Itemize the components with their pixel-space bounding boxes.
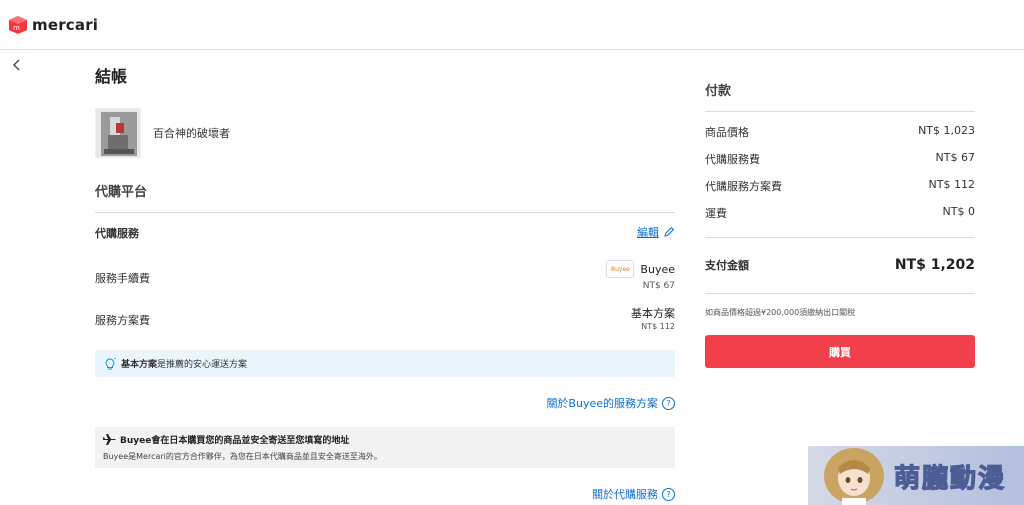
mercari-logo-icon: m (9, 16, 27, 34)
buyee-logo: Buyee (606, 260, 635, 278)
question-circle-icon: ? (662, 487, 675, 501)
edit-label: 編輯 (637, 226, 659, 239)
mercari-logo[interactable]: m mercari (8, 15, 98, 35)
service-fee-label: 服務手續費 (95, 272, 150, 285)
payment-row-plan-fee: 代購服務方案費 NT$ 112 (705, 178, 975, 194)
pencil-icon (664, 226, 675, 237)
total-label: 支付金額 (705, 259, 749, 272)
payment-total-row: 支付金額 NT$ 1,202 (705, 257, 975, 273)
watermark-banner: 萌朧動漫 (808, 446, 1024, 505)
notice-text: Buyee是Mercari的官方合作夥伴，為您在日本代購商品並且安全寄送至海外。 (103, 452, 382, 461)
service-fee-value: NT$ 67 (642, 281, 675, 291)
proxy-link-label: 關於代購服務 (592, 488, 658, 501)
proxy-section-title: 代購平台 (95, 185, 148, 200)
proxy-service-label: 代購服務 (95, 227, 139, 240)
provider-info: Buyee Buyee (606, 260, 675, 278)
proxy-info-link[interactable]: 關於代購服務 ? (592, 486, 675, 502)
tip-text: 是推薦的安心運送方案 (157, 360, 248, 370)
header-bar: m mercari (0, 0, 1024, 50)
tip-bold-text: 基本方案 (121, 360, 158, 370)
payment-row-shipping: 運費 NT$ 0 (705, 205, 975, 221)
edit-link[interactable]: 編輯 (637, 224, 675, 240)
item-price-label: 商品價格 (705, 126, 749, 139)
brand-name: mercari (32, 16, 99, 34)
section-divider (95, 212, 675, 213)
payment-divider (705, 111, 975, 112)
export-tax-note: 如商品價格超過¥200,000須繳納出口關稅 (705, 308, 856, 317)
product-name: 百合神的破壞者 (153, 127, 230, 140)
payment-divider (705, 237, 975, 238)
shipping-value: NT$ 0 (942, 205, 975, 218)
product-summary: 百合神的破壞者 (95, 108, 230, 158)
plan-fee-label: 服務方案費 (95, 314, 150, 327)
product-thumbnail (95, 108, 141, 158)
plan-tip-banner: 基本方案 是推薦的安心運送方案 (95, 350, 675, 377)
buy-button[interactable]: 購買 (705, 335, 975, 368)
service-fee-row-value: NT$ 67 (935, 151, 975, 164)
figure-image-icon (96, 109, 140, 157)
anime-girl-icon (824, 448, 884, 505)
payment-row-item-price: 商品價格 NT$ 1,023 (705, 124, 975, 140)
plan-fee-row-value: NT$ 112 (928, 178, 975, 191)
payment-divider (705, 293, 975, 294)
total-value: NT$ 1,202 (894, 257, 975, 273)
plan-info-link[interactable]: 關於Buyee的服務方案 ? (546, 395, 675, 411)
shipping-label: 運費 (705, 207, 727, 220)
notice-title: Buyee會在日本購買您的商品並安全寄送至您填寫的地址 (120, 436, 350, 446)
plan-link-label: 關於Buyee的服務方案 (546, 397, 658, 410)
payment-title: 付款 (705, 84, 732, 99)
buyee-notice: Buyee會在日本購買您的商品並安全寄送至您填寫的地址 Buyee是Mercar… (95, 427, 675, 468)
question-circle-icon: ? (662, 396, 675, 410)
airplane-icon (103, 434, 116, 445)
provider-name: Buyee (640, 262, 675, 276)
svg-text:m: m (13, 24, 20, 32)
plan-name: 基本方案 (631, 307, 675, 320)
service-fee-row-label: 代購服務費 (705, 153, 760, 166)
page-title: 結帳 (95, 67, 128, 86)
plan-fee-value: NT$ 112 (641, 322, 675, 331)
lightbulb-icon (105, 357, 116, 369)
plan-fee-row-label: 代購服務方案費 (705, 180, 782, 193)
payment-row-service-fee: 代購服務費 NT$ 67 (705, 151, 975, 167)
watermark-text: 萌朧動漫 (893, 463, 1007, 494)
item-price-value: NT$ 1,023 (918, 124, 975, 137)
chevron-left-icon[interactable] (10, 57, 24, 73)
